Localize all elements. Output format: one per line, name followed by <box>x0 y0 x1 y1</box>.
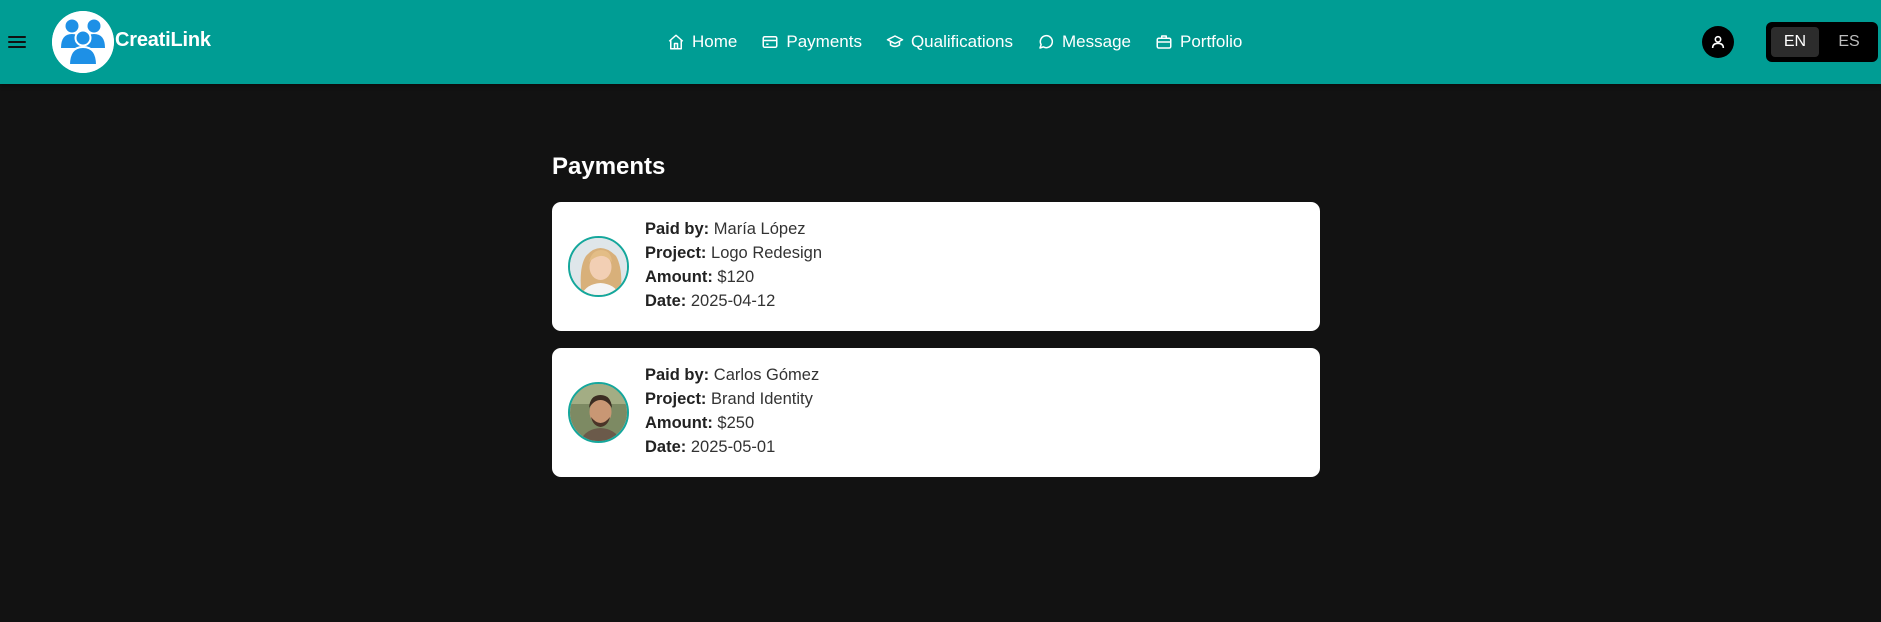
logo-icon[interactable] <box>52 11 114 73</box>
language-switcher: EN ES <box>1766 22 1878 62</box>
paid-by-label: Paid by: <box>645 366 710 384</box>
payment-details: Paid by: María López Project: Logo Redes… <box>645 217 822 313</box>
project-value: Brand Identity <box>711 390 813 408</box>
brand-name[interactable]: CreatiLink <box>115 29 211 52</box>
briefcase-icon <box>1156 35 1172 49</box>
nav-qualifications-label: Qualifications <box>910 32 1014 51</box>
top-navbar: CreatiLink Home Payments Qualifications … <box>0 0 1881 84</box>
main-nav: Home Payments Qualifications Message Por… <box>667 29 1266 55</box>
paid-by-label: Paid by: <box>645 220 710 238</box>
payment-card: Paid by: Carlos Gómez Project: Brand Ide… <box>552 348 1320 477</box>
nav-home-label: Home <box>692 32 738 51</box>
date-value: 2025-04-12 <box>690 292 776 310</box>
date-label: Date: <box>645 292 687 310</box>
amount-value: $120 <box>717 268 755 286</box>
page-title: Payments <box>552 153 666 180</box>
user-icon <box>1711 35 1725 49</box>
nav-portfolio[interactable]: Portfolio <box>1155 29 1242 55</box>
home-icon <box>668 34 684 50</box>
language-en-button[interactable]: EN <box>1771 27 1819 57</box>
nav-home[interactable]: Home <box>667 29 737 55</box>
amount-row: Amount: $120 <box>645 265 822 289</box>
project-row: Project: Brand Identity <box>645 387 819 411</box>
paid-by-row: Paid by: Carlos Gómez <box>645 363 819 387</box>
amount-label: Amount: <box>645 268 713 286</box>
paid-by-value: María López <box>713 220 806 238</box>
paid-by-row: Paid by: María López <box>645 217 822 241</box>
avatar <box>568 236 629 297</box>
paid-by-value: Carlos Gómez <box>713 366 820 384</box>
date-row: Date: 2025-04-12 <box>645 289 822 313</box>
payment-card: Paid by: María López Project: Logo Redes… <box>552 202 1320 331</box>
amount-value: $250 <box>717 414 755 432</box>
project-value: Logo Redesign <box>711 244 823 262</box>
project-row: Project: Logo Redesign <box>645 241 822 265</box>
user-account-button[interactable] <box>1702 26 1734 58</box>
amount-label: Amount: <box>645 414 713 432</box>
project-label: Project: <box>645 390 707 408</box>
avatar <box>568 382 629 443</box>
date-row: Date: 2025-05-01 <box>645 435 819 459</box>
date-label: Date: <box>645 438 687 456</box>
chat-bubble-icon <box>1039 34 1054 49</box>
nav-payments[interactable]: Payments <box>761 29 862 55</box>
project-label: Project: <box>645 244 707 262</box>
payment-details: Paid by: Carlos Gómez Project: Brand Ide… <box>645 363 819 459</box>
credit-card-icon <box>762 36 778 48</box>
graduation-cap-icon <box>886 35 904 48</box>
amount-row: Amount: $250 <box>645 411 819 435</box>
nav-qualifications[interactable]: Qualifications <box>886 29 1013 55</box>
nav-message[interactable]: Message <box>1037 29 1131 55</box>
language-es-button[interactable]: ES <box>1825 27 1873 57</box>
date-value: 2025-05-01 <box>690 438 776 456</box>
menu-icon[interactable] <box>8 34 26 50</box>
nav-payments-label: Payments <box>786 32 862 51</box>
nav-message-label: Message <box>1062 32 1131 51</box>
nav-portfolio-label: Portfolio <box>1180 32 1243 51</box>
